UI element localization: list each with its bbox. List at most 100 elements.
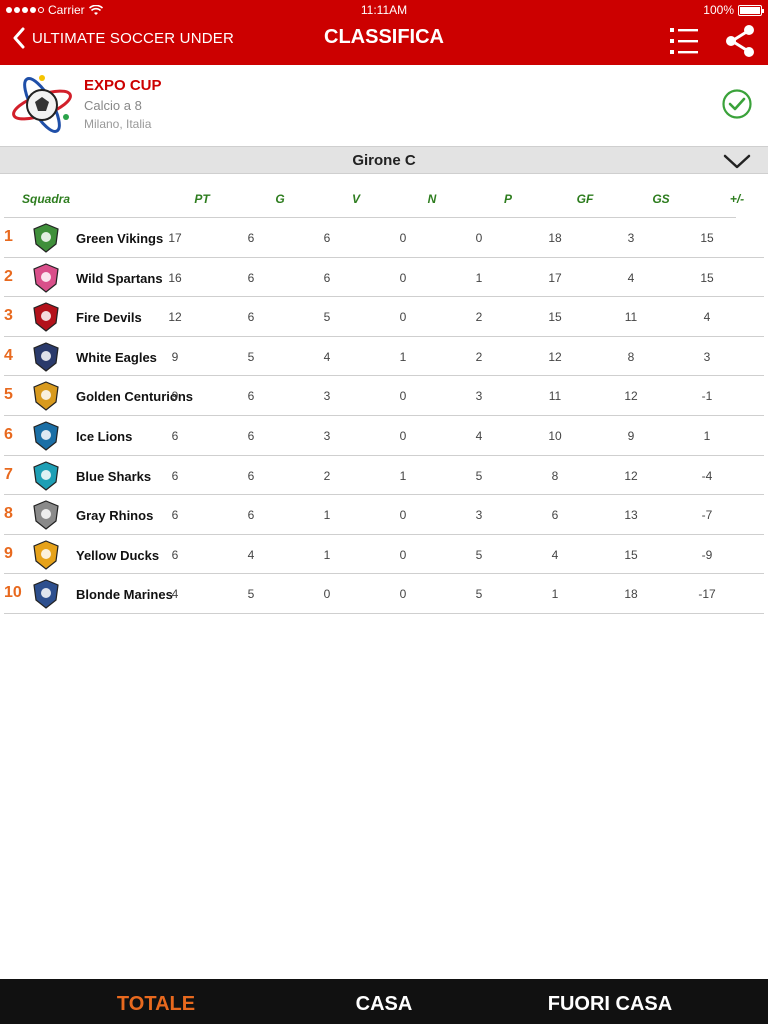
rank-label: 3 xyxy=(4,307,13,325)
table-row[interactable]: 9 Yellow Ducks 6 4 1 0 5 4 15 -9 xyxy=(4,535,764,575)
cell-diff: -1 xyxy=(701,389,713,404)
team-name: Gray Rhinos xyxy=(76,508,154,524)
table-row[interactable]: 4 White Eagles 9 5 4 1 2 12 8 3 xyxy=(4,337,764,377)
cell-pt: 6 xyxy=(171,547,179,562)
group-selector[interactable]: Girone C xyxy=(0,146,768,174)
table-row[interactable]: 1 Green Vikings 17 6 6 0 0 18 3 15 xyxy=(4,218,764,258)
table-row[interactable]: 3 Fire Devils 12 6 5 0 2 15 11 4 xyxy=(4,297,764,337)
col-diff: +/- xyxy=(729,192,745,206)
cell-n: 0 xyxy=(399,270,407,285)
cell-gf: 12 xyxy=(548,349,562,364)
cell-v: 5 xyxy=(323,310,331,325)
standings-table: Squadra PT G V N P GF GS +/- 1 Green Viki… xyxy=(4,174,764,614)
page-title: CLASSIFICA xyxy=(324,26,444,48)
cell-gf: 4 xyxy=(551,547,559,562)
check-circle-icon[interactable] xyxy=(721,88,753,120)
cell-n: 0 xyxy=(399,508,407,523)
cell-pt: 9 xyxy=(171,349,179,364)
cell-pt: 12 xyxy=(168,310,182,325)
team-logo-icon xyxy=(33,262,59,293)
cell-pt: 6 xyxy=(171,428,179,443)
cell-v: 2 xyxy=(323,468,331,483)
cell-diff: 15 xyxy=(700,231,714,245)
table-row[interactable]: 7 Blue Sharks 6 6 2 1 5 8 12 -4 xyxy=(4,456,764,496)
cell-gs: 12 xyxy=(624,468,638,483)
table-body: 1 Green Vikings 17 6 6 0 0 18 3 15 2 Wild Spartans 1… xyxy=(4,218,764,614)
cell-v: 6 xyxy=(323,231,331,245)
cell-g: 6 xyxy=(247,310,255,325)
col-pt: PT xyxy=(194,192,210,206)
team-logo-icon xyxy=(33,342,59,372)
list-icon[interactable] xyxy=(668,24,700,58)
col-p: P xyxy=(503,192,512,206)
cell-gs: 11 xyxy=(624,310,638,325)
bottom-tab-bar: TOTALE CASA FUORI CASA xyxy=(0,979,768,1024)
cell-p: 0 xyxy=(475,231,483,245)
cell-p: 5 xyxy=(475,468,483,483)
cell-gs: 18 xyxy=(624,587,638,602)
cell-gs: 4 xyxy=(627,270,635,285)
status-time: 11:11AM xyxy=(360,3,408,17)
cell-diff: 4 xyxy=(703,310,711,325)
cell-gs: 13 xyxy=(624,508,638,523)
cell-diff: 3 xyxy=(703,349,711,364)
team-name: Blue Sharks xyxy=(76,468,152,484)
col-g: G xyxy=(275,192,285,206)
team-name: Fire Devils xyxy=(76,310,142,326)
cell-g: 4 xyxy=(247,547,255,562)
team-logo-icon xyxy=(33,421,59,451)
cell-g: 6 xyxy=(247,508,255,523)
cell-pt: 4 xyxy=(171,587,179,602)
rank-label: 4 xyxy=(4,346,13,364)
team-logo-icon xyxy=(33,223,59,253)
cell-gs: 9 xyxy=(627,428,635,443)
cell-p: 2 xyxy=(475,310,483,325)
cell-v: 4 xyxy=(323,349,331,364)
cell-p: 2 xyxy=(475,349,483,364)
status-bar: Carrier 11:11AM 100% xyxy=(0,0,768,20)
cell-p: 3 xyxy=(475,508,483,523)
cell-v: 1 xyxy=(323,508,331,523)
table-row[interactable]: 10 Blonde Marines 4 5 0 0 5 1 18 -17 xyxy=(4,574,764,614)
cell-gf: 18 xyxy=(548,231,562,245)
cell-n: 0 xyxy=(399,310,407,325)
battery-info: 100% xyxy=(703,3,764,17)
cell-pt: 6 xyxy=(171,508,179,523)
tournament-place: Milano, Italia xyxy=(84,117,152,131)
cell-diff: -9 xyxy=(701,547,713,562)
table-row[interactable]: 8 Gray Rhinos 6 6 1 0 3 6 13 -7 xyxy=(4,495,764,535)
cell-p: 1 xyxy=(475,270,483,285)
share-icon[interactable] xyxy=(724,24,756,58)
tournament-logo xyxy=(12,75,72,133)
tab-casa[interactable]: CASA xyxy=(288,993,480,1016)
cell-n: 0 xyxy=(399,587,407,602)
tab-totale[interactable]: TOTALE xyxy=(60,993,252,1016)
rank-label: 5 xyxy=(4,386,13,404)
cell-diff: -7 xyxy=(701,508,713,523)
table-row[interactable]: 5 Golden Centurions 9 6 3 0 3 11 12 -1 xyxy=(4,376,764,416)
rank-label: 8 xyxy=(4,505,13,523)
cell-n: 0 xyxy=(399,547,407,562)
tab-fuori-casa[interactable]: FUORI CASA xyxy=(514,993,706,1016)
team-logo-icon xyxy=(33,460,59,491)
cell-n: 1 xyxy=(399,468,407,483)
team-logo-icon xyxy=(33,302,59,332)
cell-gf: 1 xyxy=(551,587,559,602)
cell-gf: 11 xyxy=(548,389,562,404)
rank-label: 2 xyxy=(4,267,13,285)
cell-gs: 15 xyxy=(624,547,638,562)
rank-label: 6 xyxy=(4,425,13,443)
cell-pt: 17 xyxy=(168,231,182,245)
tournament-name: EXPO CUP xyxy=(84,77,162,94)
app-header: Carrier 11:11AM 100% ULTIMATE SOCCER UND… xyxy=(0,0,768,65)
team-logo-icon xyxy=(33,540,59,570)
table-row[interactable]: 6 Ice Lions 6 6 3 0 4 10 9 1 xyxy=(4,416,764,456)
cell-g: 6 xyxy=(247,428,255,443)
cell-g: 5 xyxy=(247,587,255,602)
table-row[interactable]: 2 Wild Spartans 16 6 6 0 1 17 4 15 xyxy=(4,258,764,298)
col-v: V xyxy=(351,192,360,206)
group-label: Girone C xyxy=(352,152,416,169)
cell-v: 0 xyxy=(323,587,331,602)
team-logo-icon xyxy=(33,500,59,530)
tournament-type: Calcio a 8 xyxy=(84,98,142,113)
